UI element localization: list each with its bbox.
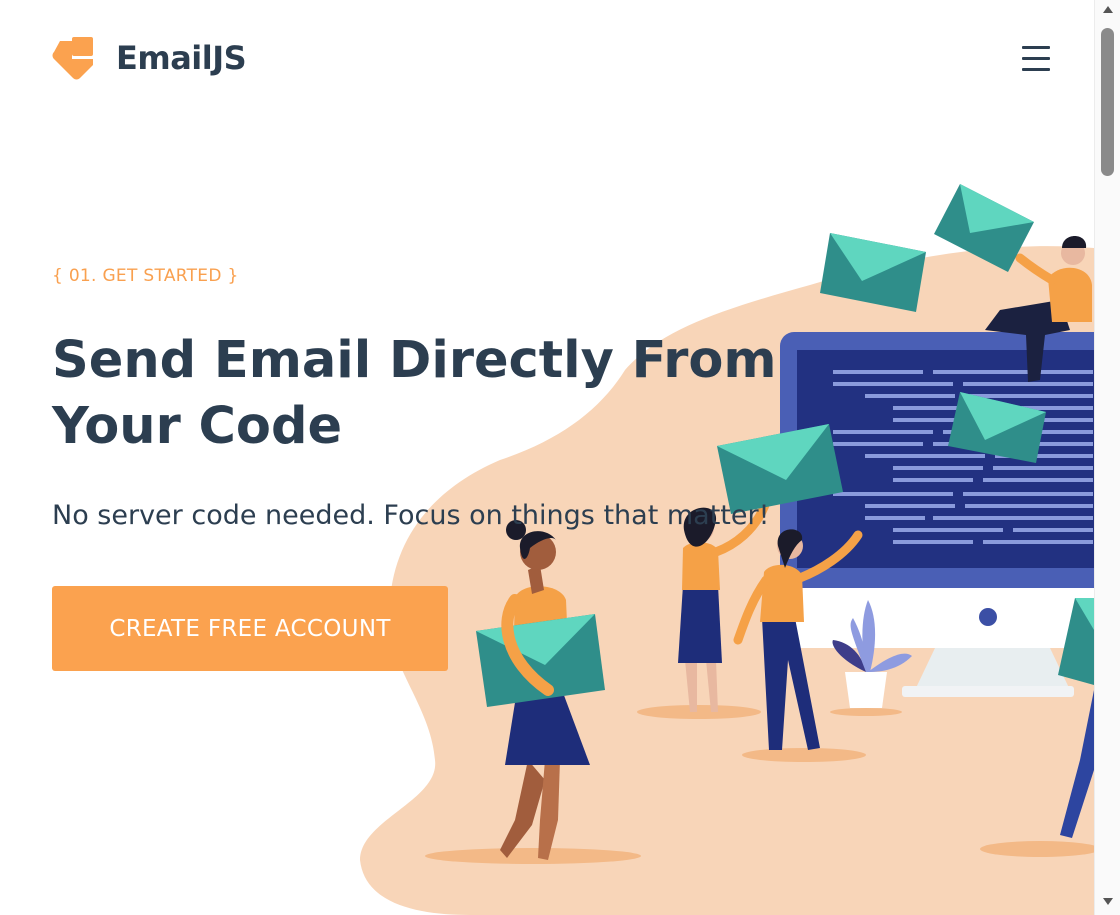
shadow (830, 708, 902, 716)
section-eyebrow: { 01. GET STARTED } (52, 266, 239, 286)
hero-headline: Send Email Directly From Your Code (52, 331, 777, 456)
menu-bar (1022, 46, 1050, 49)
menu-bar (1022, 57, 1050, 60)
scrollbar-thumb[interactable] (1101, 28, 1114, 176)
vertical-scrollbar[interactable] (1094, 0, 1120, 915)
create-free-account-button[interactable]: CREATE FREE ACCOUNT (52, 586, 448, 671)
logo[interactable]: EmailJS (52, 36, 247, 80)
brand-name: EmailJS (116, 39, 247, 77)
hamburger-menu-icon[interactable] (1018, 44, 1054, 74)
scroll-up-arrow-icon[interactable] (1103, 6, 1113, 13)
menu-bar (1022, 68, 1050, 71)
shadow (425, 848, 641, 864)
shadow (742, 748, 866, 762)
scroll-down-arrow-icon[interactable] (1103, 898, 1113, 905)
shadow (637, 705, 761, 719)
page: EmailJS { 01. GET STARTED } Send Email D… (0, 0, 1094, 915)
emailjs-logo-icon (52, 37, 93, 80)
hero-subheadline: No server code needed. Focus on things t… (52, 500, 770, 531)
